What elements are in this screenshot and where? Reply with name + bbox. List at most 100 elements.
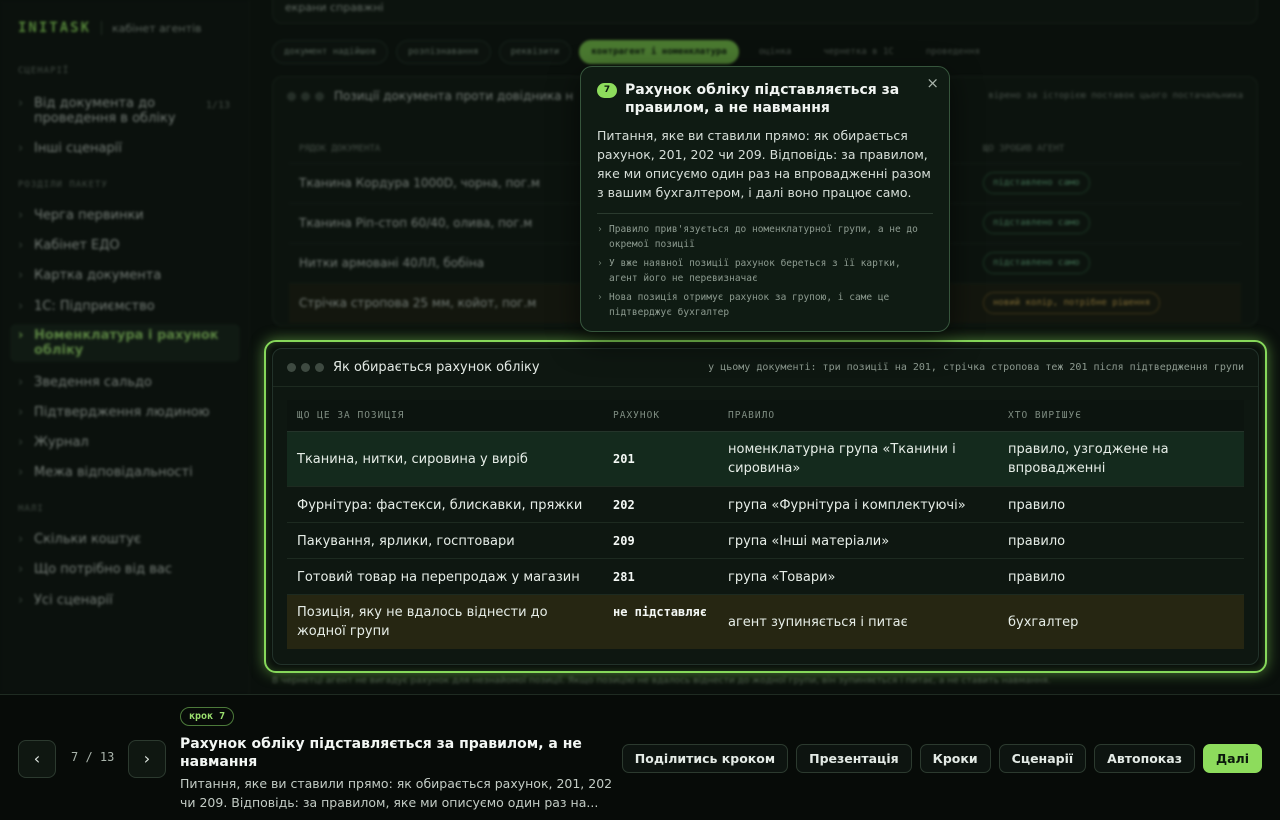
column-header-item: ЩО ЦЕ ЗА ПОЗИЦІЯ bbox=[297, 410, 405, 421]
cell-decider: правило bbox=[1008, 570, 1066, 585]
close-icon[interactable]: × bbox=[926, 74, 939, 92]
cell-rule: група «Товари» bbox=[728, 570, 836, 585]
panel-title: Як обирається рахунок обліку bbox=[333, 360, 540, 375]
cell-decider: бухгалтер bbox=[1008, 615, 1079, 630]
pipeline-chip[interactable]: розпізнавання bbox=[396, 40, 491, 64]
popover-header: 7 Рахунок обліку підставляється за прави… bbox=[597, 81, 933, 117]
bg-col-right: ЩО ЗРОБИВ АГЕНТ bbox=[983, 144, 1065, 154]
popover-body: Питання, яке ви ставили прямо: як обирає… bbox=[597, 128, 931, 200]
cell-rule: група «Фурнітура і комплектуючі» bbox=[728, 498, 966, 513]
status-badge: підставлено само bbox=[983, 252, 1090, 274]
pipeline-chip-active[interactable]: контрагент і номенклатура bbox=[579, 40, 739, 64]
sidebar-item-queue[interactable]: Черга первинки bbox=[10, 204, 240, 227]
bg-col-left: РЯДОК ДОКУМЕНТА bbox=[299, 144, 381, 154]
table-row: Фурнітура: фастекси, блискавки, пряжки 2… bbox=[287, 487, 1244, 523]
steps-button[interactable]: Кроки bbox=[919, 744, 991, 773]
pipeline-chip[interactable]: реквізити bbox=[498, 40, 572, 64]
bg-row-item: Стрічка стропова 25 мм, койот, пог.м bbox=[299, 296, 537, 310]
list-item: У вже наявної позиції рахунок береться з… bbox=[597, 256, 933, 286]
cell-rule: група «Інші матеріали» bbox=[728, 534, 890, 549]
bg-row-item: Тканина Кордура 1000D, чорна, пог.м bbox=[299, 176, 540, 190]
popover-bullets: Правило прив'язується до номенклатурної … bbox=[597, 222, 933, 320]
status-badge: підставлено само bbox=[983, 172, 1090, 194]
status-badge-warning: новий колір, потрібне рішення bbox=[983, 292, 1161, 314]
sidebar: INITASK кабінет агентів СЦЕНАРІЇ Від док… bbox=[0, 0, 250, 694]
cell-item: Позиція, яку не вдалось віднести до жодн… bbox=[297, 605, 548, 639]
bg-row-item: Тканина Рiп-стоп 60/40, олива, пог.м bbox=[299, 216, 533, 230]
pipeline-chip[interactable]: документ надійшов bbox=[272, 40, 389, 64]
bg-panel-note: вірено за історією поставок цього постач… bbox=[988, 91, 1243, 101]
sidebar-item-other-scenarios[interactable]: Інші сценарії bbox=[10, 137, 240, 160]
brand-divider bbox=[101, 21, 103, 35]
bg-caption: В чернетці агент не вигадує рахунок для … bbox=[272, 676, 1051, 686]
cell-item: Тканина, нитки, сировина у виріб bbox=[297, 452, 528, 467]
cell-rule: агент зупиняється і питає bbox=[728, 615, 908, 630]
table-row: Пакування, ярлики, госптовари 209 група … bbox=[287, 523, 1244, 559]
column-header-account: РАХУНОК bbox=[613, 410, 661, 421]
chevron-left-icon: ‹ bbox=[33, 749, 41, 768]
presentation-button[interactable]: Презентація bbox=[796, 744, 912, 773]
cell-decider: правило bbox=[1008, 534, 1066, 549]
tour-actions: Поділитись кроком Презентація Кроки Сцен… bbox=[621, 744, 1262, 773]
cell-rule: номенклатурна група «Тканини і сировина» bbox=[728, 442, 956, 476]
step-popover: × 7 Рахунок обліку підставляється за пра… bbox=[580, 66, 950, 332]
pipeline-chip[interactable]: чернетка в 1С bbox=[811, 40, 905, 64]
sidebar-item-all-scenarios[interactable]: Усі сценарії bbox=[10, 589, 240, 612]
sidebar-item-requirements[interactable]: Що потрібно від вас bbox=[10, 558, 240, 581]
table-row: Готовий товар на перепродаж у магазин 28… bbox=[287, 559, 1244, 595]
window-dots-icon bbox=[287, 363, 324, 372]
sidebar-item-label: Від документа до проведення в обліку bbox=[34, 96, 176, 126]
table-header: ЩО ЦЕ ЗА ПОЗИЦІЯ РАХУНОК ПРАВИЛО ХТО ВИР… bbox=[287, 400, 1244, 432]
popover-title: Рахунок обліку підставляється за правило… bbox=[625, 82, 900, 116]
sidebar-section-next: НАЛІ bbox=[18, 504, 44, 514]
list-item: Нова позиція отримує рахунок за групою, … bbox=[597, 290, 933, 320]
column-header-rule: ПРАВИЛО bbox=[728, 410, 776, 421]
sidebar-item-responsibility[interactable]: Межа відповідальності bbox=[10, 461, 240, 484]
scenario-progress-count: 1/13 bbox=[205, 100, 230, 111]
cell-item: Готовий товар на перепродаж у магазин bbox=[297, 570, 580, 585]
cell-decider: правило, узгоджене на впровадженні bbox=[1008, 442, 1169, 476]
sidebar-item-confirmation[interactable]: Підтвердження людиною bbox=[10, 401, 240, 424]
pipeline-chip[interactable]: проведення bbox=[914, 40, 992, 64]
autoplay-button[interactable]: Автопоказ bbox=[1094, 744, 1195, 773]
list-item: Правило прив'язується до номенклатурної … bbox=[597, 222, 933, 252]
step-counter: 7 / 13 bbox=[71, 750, 115, 764]
cell-account: 201 bbox=[613, 452, 635, 466]
step-title: Рахунок обліку підставляється за правило… bbox=[180, 736, 582, 770]
cell-account: 281 bbox=[613, 570, 635, 584]
brand-subtitle: кабінет агентів bbox=[112, 21, 202, 35]
sidebar-item-1c[interactable]: 1С: Підприємство bbox=[10, 295, 240, 318]
window-dots-icon bbox=[287, 91, 324, 101]
cell-item: Пакування, ярлики, госптовари bbox=[297, 534, 515, 549]
step-chip: крок 7 bbox=[180, 707, 235, 726]
bg-top-note: екрани справжні bbox=[272, 0, 1258, 24]
sidebar-item-nomenclature[interactable]: Номенклатура і рахунок обліку bbox=[10, 324, 240, 362]
cell-item: Фурнітура: фастекси, блискавки, пряжки bbox=[297, 498, 583, 513]
share-step-button[interactable]: Поділитись кроком bbox=[621, 744, 789, 773]
sidebar-item-edo[interactable]: Кабінет ЕДО bbox=[10, 234, 240, 257]
sidebar-item-document-card[interactable]: Картка документа bbox=[10, 264, 240, 287]
sidebar-item-cost[interactable]: Скільки коштує bbox=[10, 528, 240, 551]
status-badge: підставлено само bbox=[983, 212, 1090, 234]
column-header-decider: ХТО ВИРІШУЄ bbox=[1008, 410, 1082, 421]
account-rules-panel: Як обирається рахунок обліку у цьому док… bbox=[272, 348, 1259, 665]
tour-bottom-bar: ‹ 7 / 13 › крок 7 Рахунок обліку підстав… bbox=[0, 694, 1280, 820]
table-row-exception: Позиція, яку не вдалось віднести до жодн… bbox=[287, 595, 1244, 649]
brand: INITASK кабінет агентів bbox=[18, 20, 202, 36]
sidebar-item-scenario-main[interactable]: Від документа до проведення в обліку 1/1… bbox=[10, 92, 240, 130]
account-rules-table: ЩО ЦЕ ЗА ПОЗИЦІЯ РАХУНОК ПРАВИЛО ХТО ВИР… bbox=[287, 400, 1244, 649]
sidebar-item-saldo[interactable]: Зведення сальдо bbox=[10, 371, 240, 394]
next-button[interactable]: Далі bbox=[1202, 744, 1262, 773]
sidebar-section-package: РОЗДІЛИ ПАКЕТУ bbox=[18, 180, 108, 190]
cell-account: не підставляє bbox=[613, 605, 707, 619]
prev-step-button[interactable]: ‹ bbox=[18, 740, 56, 778]
step-number-badge: 7 bbox=[597, 83, 617, 98]
sidebar-item-journal[interactable]: Журнал bbox=[10, 431, 240, 454]
panel-header: Як обирається рахунок обліку у цьому док… bbox=[273, 349, 1258, 387]
next-step-arrow-button[interactable]: › bbox=[128, 740, 166, 778]
bg-panel-title: Позиції документа проти довідника н bbox=[334, 89, 574, 103]
scenarios-button[interactable]: Сценарії bbox=[998, 744, 1087, 773]
pipeline-chip[interactable]: оцінка bbox=[747, 40, 804, 64]
brand-logo: INITASK bbox=[18, 20, 92, 36]
step-description: Питання, яке ви ставили прямо: як обирає… bbox=[180, 776, 613, 810]
